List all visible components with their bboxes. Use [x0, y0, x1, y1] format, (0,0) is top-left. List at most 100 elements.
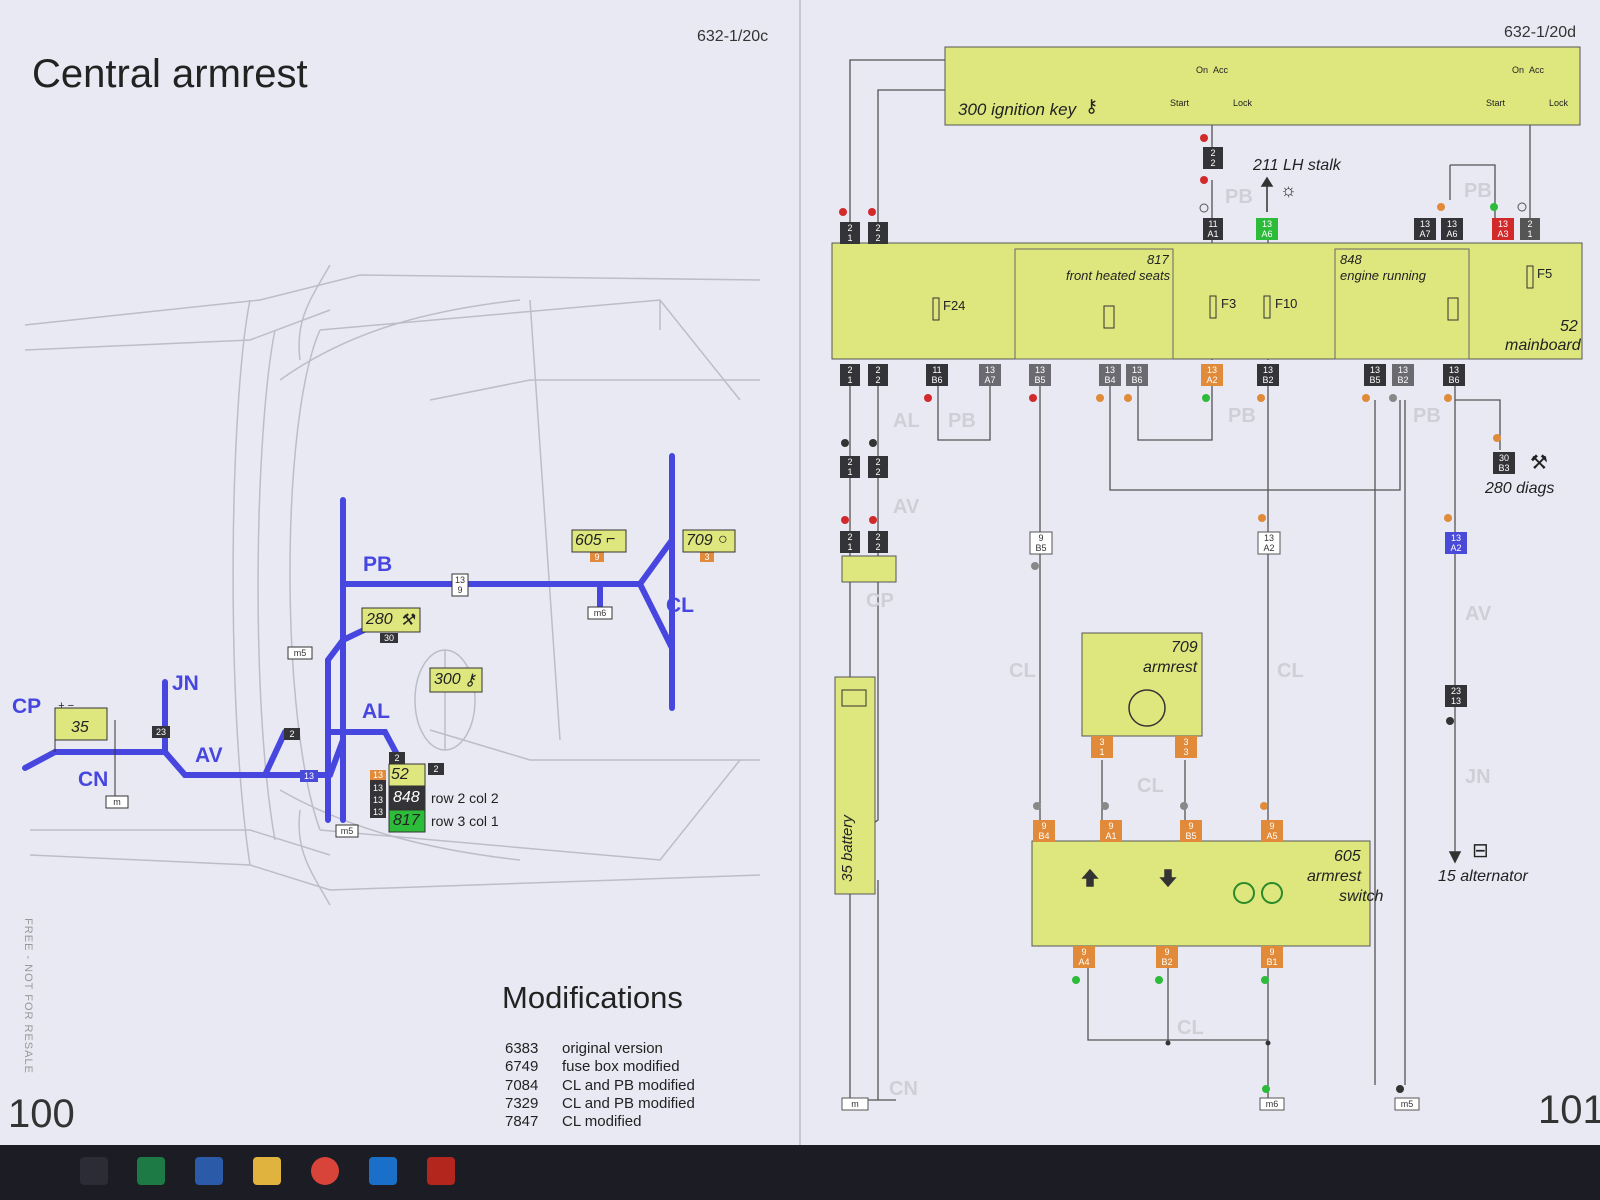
svg-text:13: 13: [1132, 365, 1142, 375]
svg-text:2: 2: [875, 532, 880, 542]
alternator-label: 15 alternator: [1438, 868, 1528, 885]
armrest-motor-icon: ○: [718, 531, 728, 548]
left-component-boxes: [54, 529, 736, 833]
svg-text:A2: A2: [1450, 543, 1461, 553]
svg-text:9: 9: [1038, 533, 1043, 543]
harness-label-pb: PB: [363, 553, 393, 576]
svg-text:B2: B2: [1161, 957, 1172, 967]
svg-text:30: 30: [1499, 453, 1509, 463]
svg-text:30: 30: [384, 633, 394, 643]
svg-text:A4: A4: [1078, 957, 1089, 967]
watermark-pb: PB: [1228, 405, 1256, 427]
svg-text:A1: A1: [1207, 229, 1218, 239]
watermark-cn: CN: [889, 1078, 918, 1100]
harness-label-al: AL: [362, 700, 390, 723]
svg-text:13: 13: [373, 770, 383, 780]
svg-text:1: 1: [847, 542, 852, 552]
ignition-key-label: 300 ignition key: [958, 100, 1077, 119]
watermark-cl: CL: [1137, 775, 1164, 797]
fuse-f10: F10: [1275, 296, 1298, 311]
modification-row: 6749 fuse box modified: [505, 1058, 680, 1075]
harness-label-cn: CN: [78, 768, 109, 791]
seat-icon: ⌐: [606, 531, 616, 548]
ign-acc-1: Acc: [1213, 65, 1229, 75]
battery-label: 35 battery: [838, 815, 856, 882]
watermark-av: AV: [893, 496, 920, 518]
svg-text:1: 1: [847, 375, 852, 385]
chrome-icon[interactable]: [311, 1157, 339, 1185]
modification-row: 7084 CL and PB modified: [505, 1077, 695, 1094]
svg-text:13: 13: [373, 807, 383, 817]
outlook-icon[interactable]: [369, 1157, 397, 1185]
svg-text:23: 23: [156, 727, 166, 737]
right-page-code: 632-1/20d: [1504, 24, 1577, 41]
svg-text:B4: B4: [1038, 831, 1049, 841]
ign-on-1: On: [1196, 65, 1209, 75]
svg-text:9: 9: [594, 552, 599, 562]
svg-text:B5: B5: [1035, 543, 1046, 553]
svg-text:13: 13: [1449, 365, 1459, 375]
switch-label-1: armrest: [1307, 868, 1362, 885]
svg-text:2: 2: [1527, 219, 1532, 229]
watermark-pb: PB: [1464, 180, 1492, 202]
switch-label-2: switch: [1339, 888, 1384, 905]
svg-text:13: 13: [1035, 365, 1045, 375]
svg-text:3: 3: [1183, 737, 1188, 747]
left-harness: [22, 453, 675, 823]
left-page-number: 100: [8, 1092, 75, 1136]
svg-text:13: 13: [1262, 219, 1272, 229]
harness-label-cp: CP: [12, 695, 42, 718]
watermark-av: AV: [1465, 603, 1492, 625]
acrobat-icon[interactable]: [427, 1157, 455, 1185]
svg-text:13: 13: [1263, 365, 1273, 375]
component-709-label: 709: [686, 532, 713, 549]
svg-text:11: 11: [932, 365, 941, 375]
svg-text:2: 2: [875, 233, 880, 243]
armrest-label: armrest: [1143, 659, 1198, 676]
svg-text:2: 2: [394, 753, 399, 763]
component-605-label: 605: [575, 532, 602, 549]
file-explorer-icon[interactable]: [253, 1157, 281, 1185]
svg-text:B6: B6: [1131, 375, 1142, 385]
svg-text:2: 2: [289, 729, 294, 739]
component-35-label: 35: [71, 719, 89, 736]
engine-running-label: engine running: [1340, 268, 1427, 283]
ign-on-2: On: [1512, 65, 1525, 75]
switch-number: 605: [1334, 848, 1361, 865]
alternator-battery-icon: ⊟: [1472, 840, 1489, 862]
watermark-pb: PB: [948, 410, 976, 432]
svg-text:2: 2: [433, 764, 438, 774]
wrench-icon: ⚒: [400, 612, 415, 629]
svg-text:A7: A7: [984, 375, 995, 385]
svg-text:2: 2: [847, 457, 852, 467]
svg-text:B3: B3: [1498, 463, 1509, 473]
watermark-pb: PB: [1413, 405, 1441, 427]
row-note-817: row 3 col 1: [431, 813, 499, 829]
svg-text:13: 13: [1498, 219, 1508, 229]
svg-text:2: 2: [1210, 158, 1215, 168]
ign-acc-2: Acc: [1529, 65, 1545, 75]
excel-icon[interactable]: [137, 1157, 165, 1185]
word-icon[interactable]: [195, 1157, 223, 1185]
svg-text:9: 9: [1041, 821, 1046, 831]
svg-text:9: 9: [1188, 821, 1193, 831]
modification-row: 7847 CL modified: [505, 1113, 642, 1130]
harness-label-av: AV: [195, 744, 223, 767]
svg-text:A3: A3: [1497, 229, 1508, 239]
svg-text:B1: B1: [1266, 957, 1277, 967]
svg-text:m5: m5: [1401, 1099, 1414, 1109]
svg-text:B5: B5: [1369, 375, 1380, 385]
harness-label-cl: CL: [666, 594, 694, 617]
watermark-al: AL: [893, 410, 920, 432]
page-divider: [799, 0, 801, 1145]
svg-text:B5: B5: [1185, 831, 1196, 841]
side-note: FREE - NOT FOR RESALE: [21, 918, 34, 1074]
svg-text:2: 2: [875, 542, 880, 552]
svg-text:B6: B6: [1448, 375, 1459, 385]
svg-text:2: 2: [875, 457, 880, 467]
left-page-code: 632-1/20c: [697, 28, 769, 45]
svg-text:13: 13: [1420, 219, 1430, 229]
taskbar: [0, 1145, 1600, 1200]
task-view-icon[interactable]: [80, 1157, 108, 1185]
ignition-key-icon: ⚷: [1085, 96, 1099, 116]
